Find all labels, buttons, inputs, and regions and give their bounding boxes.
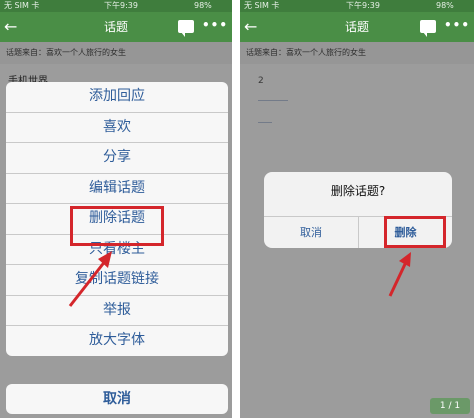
red-arrow-icon <box>68 251 112 307</box>
left-screenshot: 无 SIM 卡 下午9:39 98% ← 话题 ••• 话题来自：喜欢一个人旅行… <box>0 0 232 418</box>
page-indicator[interactable]: 1 / 1 <box>430 398 470 414</box>
right-screenshot: 无 SIM 卡 下午9:39 98% ← 话题 ••• 话题来自：喜欢一个人旅行… <box>240 0 474 418</box>
red-arrow-icon <box>388 252 411 297</box>
